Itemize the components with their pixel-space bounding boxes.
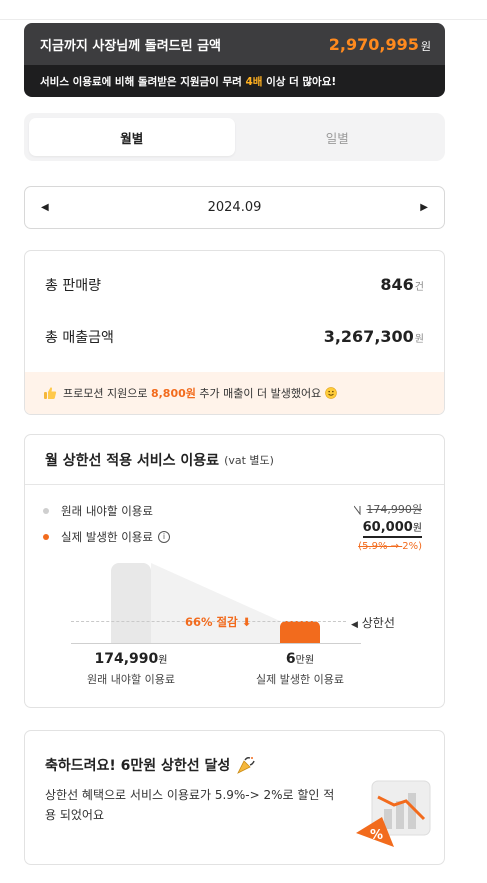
total-sales-number: 846 (380, 275, 414, 294)
banner-summary: 지금까지 사장님께 돌려드린 금액 2,970,995 원 (24, 23, 445, 65)
original-fee-unit: 원 (158, 655, 168, 666)
service-fee-card: 월 상한선 적용 서비스 이용료 (vat 별도) 원래 내야할 이용료 실제 … (24, 434, 445, 708)
rate-arrow: → (387, 541, 403, 552)
banner-message-prefix: 서비스 이용료에 비해 돌려받은 지원금이 무려 (40, 75, 246, 88)
next-month-icon[interactable]: ▶ (420, 202, 428, 213)
banner-message: 서비스 이용료에 비해 돌려받은 지원금이 무려 4배 이상 더 많아요! (24, 65, 445, 97)
discount-chart-icon: % (356, 780, 431, 847)
cap-pointer-icon: ◀ (351, 620, 358, 630)
total-sales-label: 총 판매량 (45, 278, 101, 294)
info-icon[interactable]: i (157, 531, 170, 543)
savings-label: 66% 절감 ⬇ (185, 614, 251, 630)
svg-text:%: % (370, 828, 383, 843)
banner-amount-unit: 원 (420, 39, 431, 53)
original-fee-value: 174,990원 (51, 651, 211, 667)
refund-banner: 지금까지 사장님께 돌려드린 금액 2,970,995 원 서비스 이용료에 비해… (24, 23, 445, 97)
original-fee-caption: 원래 내야할 이용료 (87, 673, 175, 686)
prev-month-icon[interactable]: ◀ (41, 202, 49, 213)
legend-actual-label: 실제 발생한 이용료 (61, 530, 153, 544)
promo-notice: 프로모션 지원으로 8,800원 추가 매출이 더 발생했어요 (25, 372, 444, 414)
promo-prefix: 프로모션 지원으로 (63, 387, 151, 400)
price-original: 174,990원 (366, 503, 422, 516)
month-navigator: ◀ 2024.09 ▶ (24, 186, 445, 229)
month-label: 2024.09 (207, 200, 262, 215)
congrats-title-text: 축하드려요! 6만원 상한선 달성 (45, 758, 231, 774)
legend-original-label: 원래 내야할 이용료 (61, 504, 153, 518)
total-sales-value: 846건 (380, 275, 424, 294)
bar-actual-fee (280, 621, 320, 643)
congrats-body: 상한선 혜택으로 서비스 이용료가 5.9%-> 2%로 할인 적용 되었어요 (45, 788, 335, 822)
fee-card-header: 월 상한선 적용 서비스 이용료 (vat 별도) (25, 435, 444, 485)
congrats-title: 축하드려요! 6만원 상한선 달성 (45, 755, 256, 775)
rate-change: (5.9% → 2%) (358, 541, 422, 552)
smile-icon (325, 387, 338, 399)
party-popper-icon (237, 757, 255, 774)
actual-fee-unit: 만원 (295, 655, 315, 666)
cap-label: ◀ 상한선 (351, 614, 395, 631)
promo-highlight: 8,800원 (150, 387, 196, 400)
fee-comparison-chart: 66% 절감 ⬇ ◀ 상한선 174,990원 원래 내야할 이용료 6만원 실… (25, 555, 444, 707)
banner-message-suffix: 이상 더 많아요! (262, 75, 337, 88)
cap-label-text: 상한선 (361, 616, 395, 630)
banner-message-highlight: 4배 (245, 75, 263, 88)
rate-new: 2%) (402, 541, 422, 552)
chart-baseline (71, 643, 361, 644)
banner-title: 지금까지 사장님께 돌려드린 금액 (40, 38, 222, 54)
price-actual-unit: 원 (412, 523, 422, 534)
bar-original-fee (111, 563, 151, 643)
total-sales-row: 총 판매량 846건 (25, 275, 444, 295)
sales-summary-card: 총 판매량 846건 총 매출금액 3,267,300원 프로모션 지원으로 8… (24, 250, 445, 415)
total-revenue-row: 총 매출금액 3,267,300원 (25, 327, 444, 347)
banner-amount: 2,970,995 원 (329, 35, 431, 54)
rate-old: (5.9% (358, 541, 388, 552)
tab-daily[interactable]: 일별 (235, 118, 441, 156)
legend-actual: 실제 발생한 이용료 i (43, 529, 170, 545)
total-revenue-unit: 원 (414, 334, 424, 345)
fee-card-title-sub: (vat 별도) (224, 453, 274, 467)
top-divider (0, 19, 487, 20)
total-revenue-number: 3,267,300 (323, 327, 414, 346)
congrats-card: 축하드려요! 6만원 상한선 달성 상한선 혜택으로 서비스 이용료가 5.9%… (24, 730, 445, 865)
actual-fee-caption: 실제 발생한 이용료 (256, 673, 344, 686)
down-arrow-icon: ⬇ (241, 615, 252, 629)
legend-original: 원래 내야할 이용료 (43, 503, 153, 519)
tab-monthly[interactable]: 월별 (29, 118, 235, 156)
thumbs-up-icon (44, 387, 57, 399)
period-segmented-control: 월별 일별 (24, 113, 445, 161)
legend-actual-dot (43, 534, 49, 540)
total-revenue-label: 총 매출금액 (45, 330, 114, 346)
savings-trend-shape (151, 563, 280, 643)
original-fee-number: 174,990 (94, 651, 159, 667)
price-actual-number: 60,000 (362, 520, 413, 535)
fee-card-title: 월 상한선 적용 서비스 이용료 (45, 452, 220, 469)
banner-amount-value: 2,970,995 (328, 34, 419, 54)
price-actual: 60,000원 (362, 519, 422, 538)
total-revenue-value: 3,267,300원 (324, 327, 424, 346)
savings-text: 66% 절감 (185, 615, 238, 629)
actual-fee-number: 6 (285, 651, 296, 667)
actual-fee-value: 6만원 (220, 651, 380, 667)
total-sales-unit: 건 (414, 282, 424, 293)
promo-suffix: 추가 매출이 더 발생했어요 (195, 387, 322, 400)
legend-original-dot (43, 508, 49, 514)
